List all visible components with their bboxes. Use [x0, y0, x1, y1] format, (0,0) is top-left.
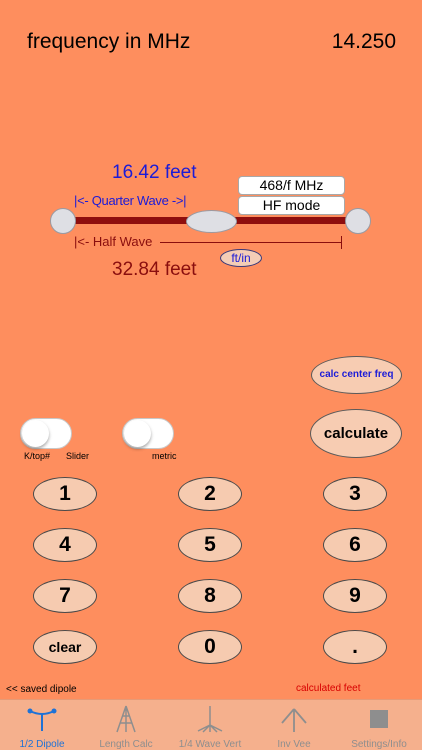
- tab-length-calc[interactable]: Length Calc: [84, 702, 168, 750]
- tab-inv-vee[interactable]: Inv Vee: [252, 702, 336, 750]
- half-wave-length: 32.84 feet: [112, 259, 197, 280]
- k-top-caption: K/top#: [24, 451, 51, 461]
- half-wave-arrow-end: [341, 236, 342, 249]
- tab-half-dipole[interactable]: 1/2 Dipole: [0, 702, 84, 750]
- half-wave-arrow-line: [160, 242, 342, 243]
- key-8[interactable]: 8: [178, 579, 242, 613]
- half-wave-caption: |<- Half Wave: [74, 234, 153, 249]
- tab-bar: 1/2 Dipole Length Calc 1/4 Wave Vert Inv…: [0, 699, 422, 750]
- tab-label: Inv Vee: [277, 739, 311, 750]
- saved-dipole-link[interactable]: << saved dipole: [6, 684, 77, 695]
- tab-settings-info[interactable]: Settings/Info: [337, 702, 421, 750]
- left-insulator: [50, 208, 76, 234]
- quarter-wave-caption: |<- Quarter Wave ->|: [74, 193, 187, 208]
- calculate-button[interactable]: calculate: [310, 409, 402, 458]
- settings-square-icon: [364, 705, 394, 733]
- tab-quarter-wave-vert[interactable]: 1/4 Wave Vert: [168, 702, 252, 750]
- k-top-slider-switch[interactable]: [20, 418, 72, 449]
- tab-label: 1/2 Dipole: [19, 739, 65, 750]
- right-insulator: [345, 208, 371, 234]
- hf-mode-button[interactable]: HF mode: [238, 196, 345, 215]
- inverted-vee-icon: [279, 705, 309, 733]
- key-2[interactable]: 2: [178, 477, 242, 511]
- tower-icon: [111, 705, 141, 733]
- clear-key[interactable]: clear: [33, 630, 97, 664]
- key-6[interactable]: 6: [323, 528, 387, 562]
- key-7[interactable]: 7: [33, 579, 97, 613]
- quarter-wave-length: 16.42 feet: [112, 162, 197, 183]
- key-9[interactable]: 9: [323, 579, 387, 613]
- formula-button[interactable]: 468/f MHz: [238, 176, 345, 195]
- units-toggle-button[interactable]: ft/in: [220, 249, 262, 267]
- decimal-key[interactable]: .: [323, 630, 387, 664]
- calculated-feet-status: calculated feet: [296, 683, 361, 694]
- key-0[interactable]: 0: [178, 630, 242, 664]
- tab-label: Length Calc: [99, 739, 153, 750]
- key-3[interactable]: 3: [323, 477, 387, 511]
- frequency-label: frequency in MHz: [27, 30, 191, 53]
- vertical-antenna-icon: [195, 705, 225, 733]
- center-insulator: [186, 210, 237, 233]
- key-4[interactable]: 4: [33, 528, 97, 562]
- calc-center-freq-button[interactable]: calc center freq: [311, 356, 402, 394]
- key-5[interactable]: 5: [178, 528, 242, 562]
- frequency-value[interactable]: 14.250: [332, 30, 396, 54]
- tab-label: 1/4 Wave Vert: [178, 739, 242, 750]
- metric-caption: metric: [152, 451, 177, 461]
- tab-label: Settings/Info: [351, 739, 407, 750]
- switch-knob: [124, 420, 151, 447]
- key-1[interactable]: 1: [33, 477, 97, 511]
- dipole-icon: [27, 705, 57, 733]
- slider-caption: Slider: [66, 451, 90, 461]
- switch-knob: [22, 420, 49, 447]
- metric-switch[interactable]: [122, 418, 174, 449]
